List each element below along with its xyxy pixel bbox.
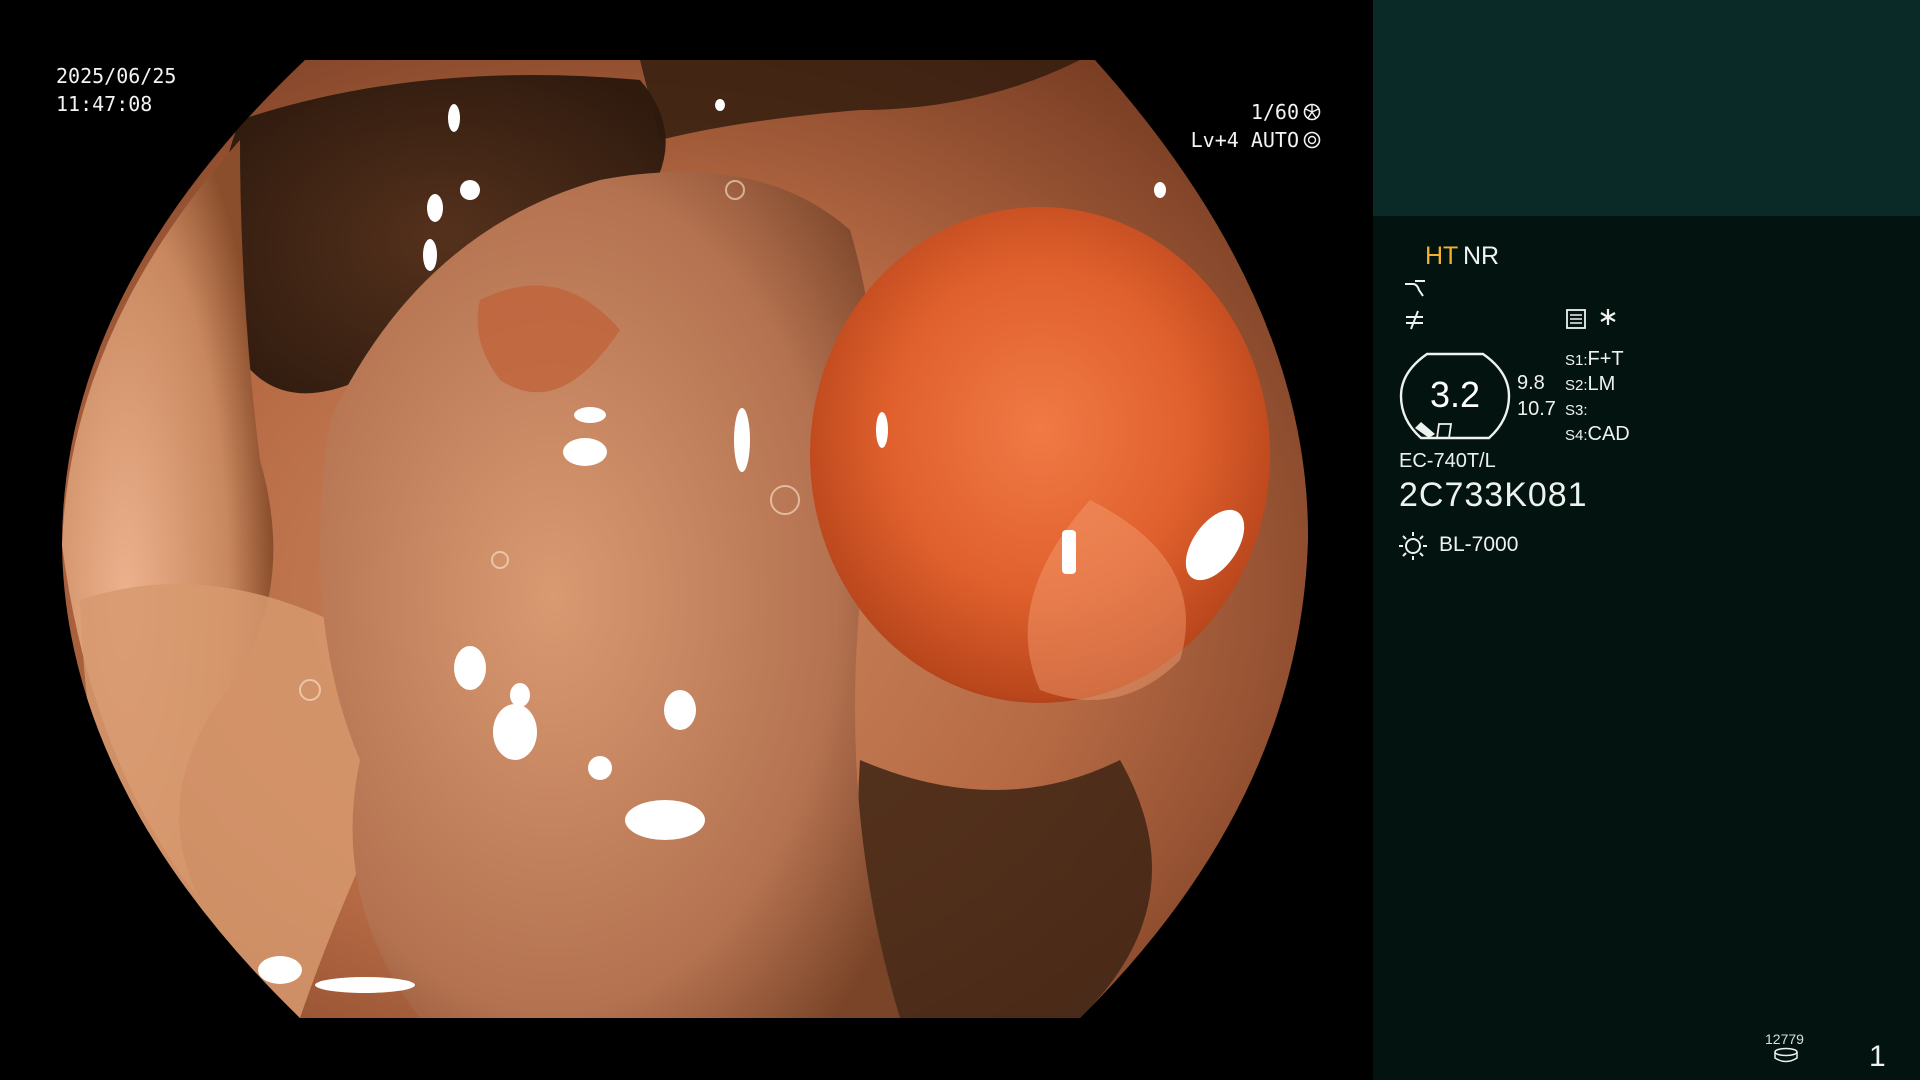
setting-key: S3: — [1565, 402, 1588, 419]
date-label: 2025/06/25 — [56, 64, 177, 88]
time-label: 11:47:08 — [56, 92, 153, 116]
info-panel-header — [1373, 0, 1920, 216]
light-source-label: BL-7000 — [1439, 533, 1519, 556]
setting-value: LM — [1587, 373, 1616, 395]
auto-exposure-icon — [1303, 131, 1321, 149]
zoom-value: 3.2 — [1429, 374, 1481, 415]
datetime-overlay: 2025/06/25 11:47:08 — [56, 62, 176, 118]
zoom-indicator: 3.2 — [1399, 352, 1511, 440]
exposure-overlay: 1/60 Lv+4 AUTO — [1191, 98, 1321, 154]
exposure-level-label: Lv+4 AUTO — [1190, 128, 1299, 152]
shutter-speed-label: 1/60 — [1250, 100, 1299, 124]
setting-key: S2: — [1565, 377, 1588, 394]
enhancement-curve-icon — [1403, 278, 1429, 302]
aperture-icon — [1303, 103, 1321, 121]
storage-disk-icon — [1773, 1047, 1799, 1067]
memo-icon — [1565, 308, 1587, 334]
setting-row-s4: S4:CAD — [1565, 423, 1630, 446]
setting-value: F+T — [1587, 348, 1624, 370]
setting-key: S4: — [1565, 427, 1588, 444]
zoom-tertiary-value: 10.7 — [1517, 398, 1556, 420]
endoscope-viewport: 2025/06/25 11:47:08 1/60 Lv+4 AUTO — [0, 0, 1373, 1080]
setting-key: S1: — [1565, 352, 1588, 369]
ht-mode-label: HT — [1425, 242, 1459, 270]
light-source-icon — [1397, 530, 1429, 566]
setting-value: CAD — [1587, 423, 1630, 445]
not-equal-icon — [1403, 308, 1427, 336]
nr-mode-label: NR — [1463, 242, 1500, 270]
page-number: 1 — [1869, 1040, 1886, 1073]
info-panel: HT NR 3.2 9.8 10.7 S1:F+T S2:LM S3: S4:C… — [1373, 0, 1920, 1080]
setting-row-s1: S1:F+T — [1565, 348, 1624, 371]
image-counter: 12779 — [1765, 1031, 1804, 1047]
endoscopic-image — [62, 60, 1309, 1018]
asterisk-icon — [1598, 306, 1618, 332]
zoom-secondary-value: 9.8 — [1517, 372, 1545, 394]
scope-serial-number: 2C733K081 — [1399, 476, 1588, 514]
setting-row-s3: S3: — [1565, 398, 1588, 421]
scope-model-label: EC-740T/L — [1399, 450, 1496, 472]
setting-row-s2: S2:LM — [1565, 373, 1615, 396]
